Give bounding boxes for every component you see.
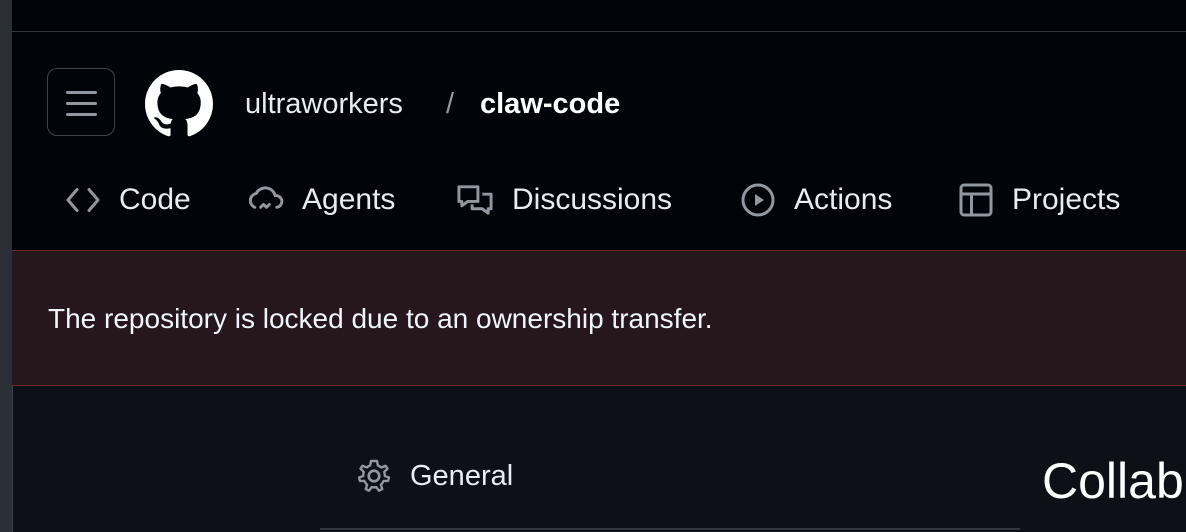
repo-nav-tabs: Code Agents Discussions Actions Projects bbox=[12, 172, 1186, 228]
discussions-icon bbox=[457, 185, 493, 215]
browser-address-bar-remnant bbox=[12, 0, 1186, 32]
tab-label: Actions bbox=[794, 183, 893, 216]
breadcrumb-separator: / bbox=[446, 88, 455, 120]
tab-projects[interactable]: Projects bbox=[958, 172, 1120, 228]
tab-label: Projects bbox=[1012, 183, 1121, 216]
tab-label: Code bbox=[119, 183, 191, 216]
repo-name-link[interactable]: claw-code bbox=[480, 88, 620, 121]
menu-line-icon bbox=[66, 113, 97, 116]
menu-line-icon bbox=[66, 91, 97, 94]
repo-header: ultraworkers / claw-code Code Agents Dis… bbox=[12, 32, 1186, 250]
menu-line-icon bbox=[66, 102, 97, 105]
code-icon bbox=[66, 188, 100, 212]
repository-locked-banner: The repository is locked due to an owner… bbox=[12, 250, 1186, 386]
agents-icon bbox=[248, 186, 284, 209]
banner-message: The repository is locked due to an owner… bbox=[48, 303, 713, 334]
repo-owner-link[interactable]: ultraworkers bbox=[245, 88, 403, 121]
tab-discussions[interactable]: Discussions bbox=[456, 172, 672, 228]
settings-nav-general[interactable]: General bbox=[356, 458, 513, 494]
divider bbox=[320, 528, 1020, 530]
tab-agents[interactable]: Agents bbox=[246, 172, 395, 228]
settings-nav-label: General bbox=[410, 459, 514, 492]
projects-icon bbox=[959, 183, 993, 217]
page-title: Collab bbox=[1042, 453, 1184, 509]
gear-icon bbox=[357, 459, 391, 492]
actions-icon bbox=[741, 183, 775, 217]
github-logo-icon[interactable] bbox=[145, 70, 213, 138]
settings-sidebar: General bbox=[320, 440, 1020, 532]
tab-code[interactable]: Code bbox=[65, 172, 191, 228]
hamburger-menu-button[interactable] bbox=[47, 68, 115, 136]
tab-actions[interactable]: Actions bbox=[740, 172, 892, 228]
tab-label: Discussions bbox=[512, 183, 673, 216]
tab-label: Agents bbox=[302, 183, 396, 216]
